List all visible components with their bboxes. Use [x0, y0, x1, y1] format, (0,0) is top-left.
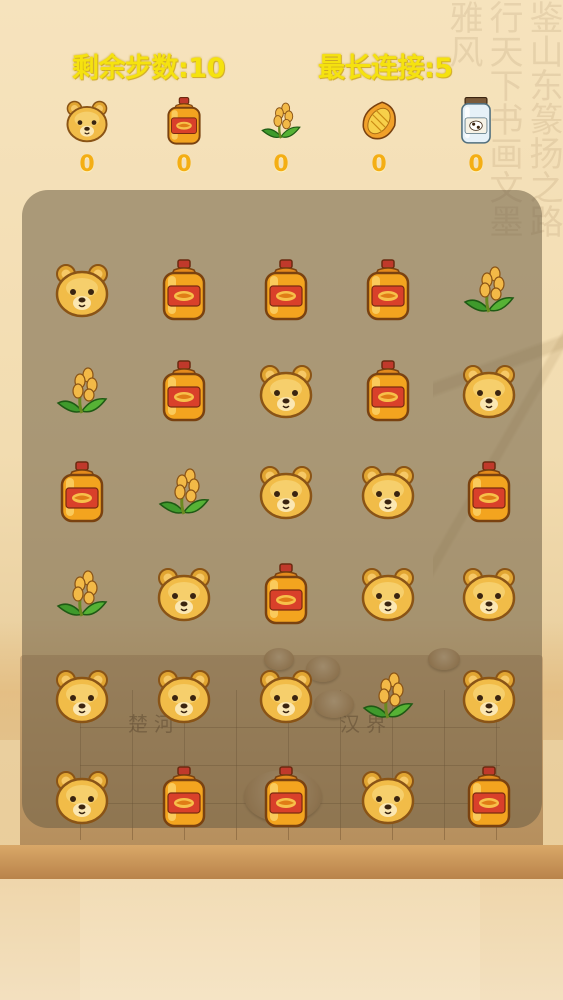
board-tile[interactable] [154, 562, 214, 626]
bear-icon [358, 562, 418, 626]
goal-item: 0 [451, 96, 501, 186]
board-tile[interactable] [459, 562, 519, 626]
board-tile[interactable] [256, 460, 316, 524]
board-tile[interactable] [459, 765, 519, 829]
oil-bottle-icon [256, 258, 316, 322]
oil-bottle-icon [256, 562, 316, 626]
board-tile[interactable] [154, 359, 214, 423]
board-tile[interactable] [256, 359, 316, 423]
bear-icon [154, 664, 214, 728]
board-tile[interactable] [256, 765, 316, 829]
bear-icon [459, 359, 519, 423]
board-tile[interactable] [52, 359, 112, 423]
bear-icon [459, 664, 519, 728]
table-front-edge [0, 845, 563, 879]
bear-icon [256, 359, 316, 423]
board-tile[interactable] [52, 765, 112, 829]
board-tile[interactable] [459, 359, 519, 423]
bear-icon [256, 664, 316, 728]
game-board [22, 190, 542, 828]
board-tile[interactable] [256, 562, 316, 626]
oil-bottle-icon [358, 359, 418, 423]
board-tile[interactable] [358, 359, 418, 423]
rice-icon [358, 664, 418, 728]
bear-icon [63, 96, 111, 146]
bear-icon [358, 765, 418, 829]
board-tile[interactable] [459, 664, 519, 728]
board-tile[interactable] [154, 664, 214, 728]
moves-left-label: 剩余步数:10 [72, 53, 225, 84]
oil-bottle-icon [256, 765, 316, 829]
goal-count: 0 [176, 152, 192, 177]
oil-bottle-icon [459, 460, 519, 524]
goal-item: 0 [62, 96, 112, 186]
board-tile[interactable] [358, 562, 418, 626]
bear-icon [52, 258, 112, 322]
board-tile[interactable] [358, 258, 418, 322]
oil-bottle-icon [358, 258, 418, 322]
goal-count: 0 [273, 152, 289, 177]
oil-bottle-icon [154, 258, 214, 322]
board-tile[interactable] [358, 664, 418, 728]
board-tile[interactable] [52, 664, 112, 728]
bear-icon [256, 460, 316, 524]
bear-icon [52, 664, 112, 728]
rice-icon [52, 359, 112, 423]
goal-count: 0 [468, 152, 484, 177]
rice-icon [154, 460, 214, 524]
corn-icon [355, 96, 403, 146]
board-tile[interactable] [358, 765, 418, 829]
board-tile[interactable] [52, 562, 112, 626]
board-tile[interactable] [256, 258, 316, 322]
oil-bottle-icon [154, 765, 214, 829]
longest-chain-label: 最长连接:5 [318, 53, 453, 84]
oil-bottle-icon [459, 765, 519, 829]
bear-icon [52, 765, 112, 829]
board-tile[interactable] [459, 460, 519, 524]
board-tile[interactable] [358, 460, 418, 524]
goal-item: 0 [354, 96, 404, 186]
board-tile[interactable] [154, 765, 214, 829]
table-base [80, 879, 480, 1000]
rice-icon [459, 258, 519, 322]
board-tile[interactable] [154, 258, 214, 322]
bear-icon [154, 562, 214, 626]
milk-jar-icon [452, 96, 500, 146]
goal-count: 0 [371, 152, 387, 177]
goal-item: 0 [159, 96, 209, 186]
board-tile[interactable] [459, 258, 519, 322]
goal-item: 0 [256, 96, 306, 186]
oil-bottle-icon [52, 460, 112, 524]
goal-count: 0 [79, 152, 95, 177]
bear-icon [358, 460, 418, 524]
board-tile[interactable] [52, 258, 112, 322]
board-tile[interactable] [256, 664, 316, 728]
board-tile[interactable] [154, 460, 214, 524]
rice-icon [52, 562, 112, 626]
rice-icon [257, 96, 305, 146]
oil-bottle-icon [160, 96, 208, 146]
oil-bottle-icon [154, 359, 214, 423]
board-tile[interactable] [52, 460, 112, 524]
bear-icon [459, 562, 519, 626]
